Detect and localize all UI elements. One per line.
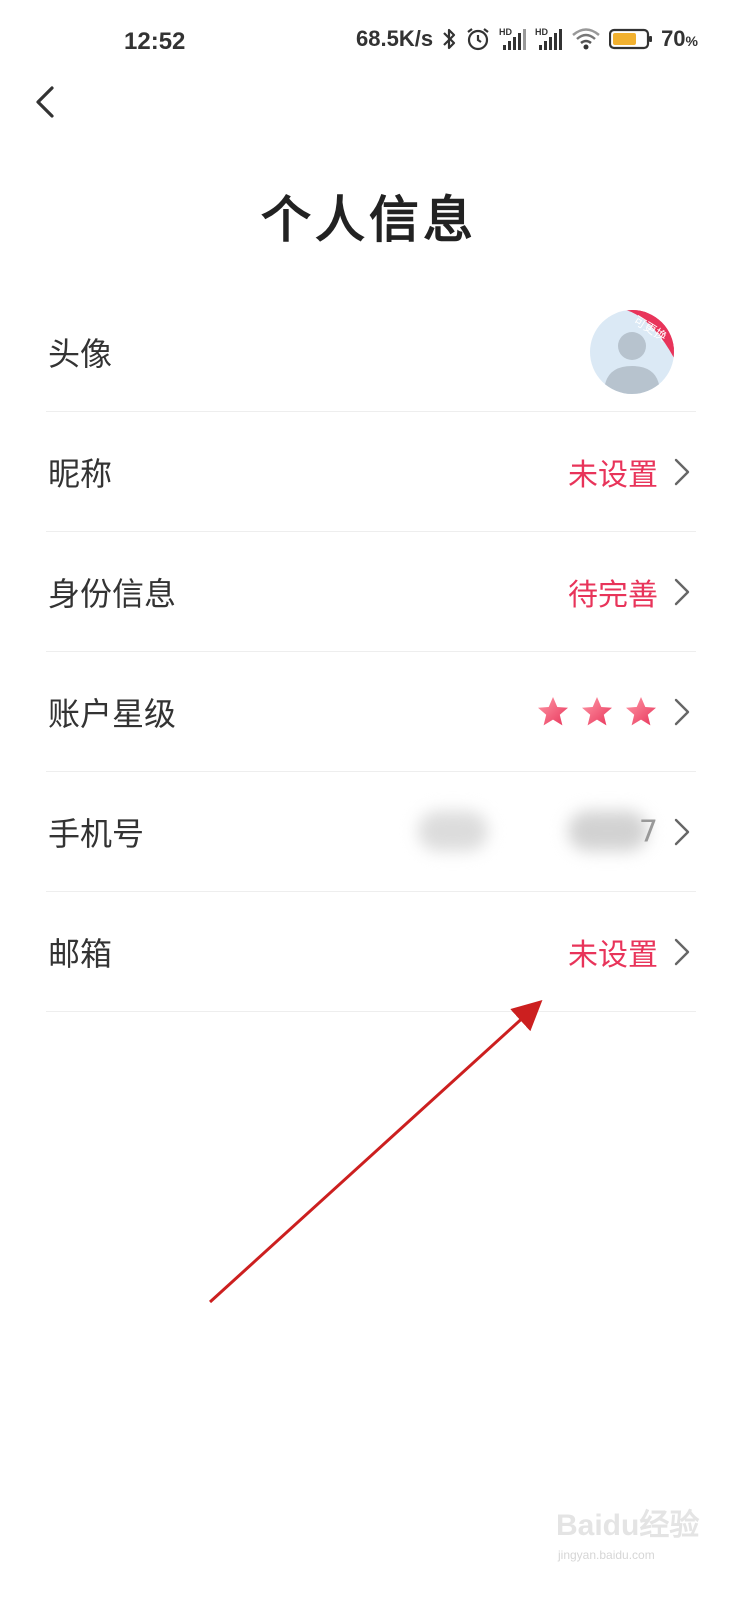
star-rating [536,695,658,729]
profile-list: 头像 可更换 昵称 未设置 身份信息 待完善 账户星级 手机号 7 邮箱 未设置 [46,292,696,1012]
row-label: 手机号 [48,814,145,853]
signal-hd-icon: HD [499,26,527,52]
phone-visible-digit: 7 [638,814,658,849]
status-time: 12:52 [124,28,186,55]
row-nickname[interactable]: 昵称 未设置 [46,412,696,532]
row-label: 头像 [48,334,113,373]
signal-hd-icon: HD [535,26,563,52]
avatar[interactable]: 可更换 [590,309,674,394]
svg-text:HD: HD [499,27,512,37]
row-account-stars[interactable]: 账户星级 [46,652,696,772]
row-avatar[interactable]: 头像 可更换 [46,292,696,412]
bluetooth-icon [441,26,457,52]
network-speed: 68.5K/s [356,26,434,51]
row-label: 身份信息 [48,574,177,613]
status-icons: 68.5K/s HD HD 70% [356,26,698,52]
row-value: 未设置 [568,937,658,973]
blurred-phone-number [418,805,648,859]
star-icon [626,696,656,725]
watermark-url: jingyan.baidu.com [558,1548,655,1562]
row-identity[interactable]: 身份信息 待完善 [46,532,696,652]
chevron-right-icon [674,818,690,845]
svg-text:HD: HD [535,27,548,37]
star-icon [538,696,568,725]
back-button[interactable] [26,80,70,124]
chevron-right-icon [674,938,690,965]
row-label: 账户星级 [48,694,177,733]
row-value: 待完善 [568,577,658,613]
alarm-icon [465,26,491,52]
watermark-logo: Baidu经验 [556,1509,700,1542]
status-bar: 12:52 68.5K/s HD HD 70% [0,0,738,90]
row-label: 邮箱 [48,934,113,973]
chevron-right-icon [674,458,690,485]
row-phone[interactable]: 手机号 7 [46,772,696,892]
wifi-icon [571,27,601,51]
row-email[interactable]: 邮箱 未设置 [46,892,696,1012]
star-icon [582,696,612,725]
battery-icon [609,27,653,51]
chevron-right-icon [674,578,690,605]
battery-percent: 70% [661,26,698,51]
chevron-right-icon [674,698,690,725]
row-label: 昵称 [48,454,113,493]
row-value: 未设置 [568,457,658,493]
page-title: 个人信息 [261,191,477,249]
chevron-left-icon [36,86,54,118]
